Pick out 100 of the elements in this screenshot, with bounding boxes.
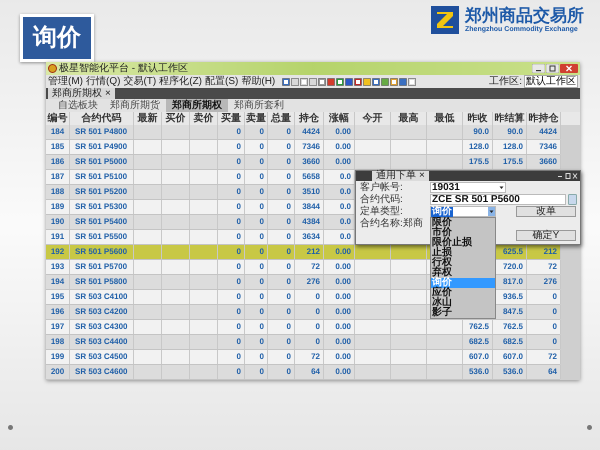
- table-cell: 4424: [539, 126, 557, 138]
- logo-icon: [431, 6, 459, 34]
- table-cell: 0: [552, 306, 557, 318]
- table-cell: 682.5: [502, 336, 523, 348]
- table-cell: 762.5: [468, 321, 489, 333]
- table-cell: 0: [236, 246, 241, 258]
- table-cell: 0: [286, 156, 291, 168]
- app-icon: [48, 64, 57, 73]
- table-cell: 0: [260, 171, 264, 183]
- menu-item[interactable]: 管理(M): [48, 76, 83, 88]
- table-cell: 0.00: [335, 306, 351, 318]
- table-cell: 0: [236, 216, 241, 228]
- table-cell: 0: [260, 126, 264, 138]
- table-cell: 0: [236, 366, 241, 378]
- table-cell: 0: [260, 306, 264, 318]
- table-cell: 0: [236, 276, 241, 288]
- table-cell: 0.0: [340, 216, 351, 228]
- table-cell: 0: [236, 291, 241, 303]
- table-row[interactable]: 186 SR 501 P5000 0 0 0 3660 0.00 175.5 175.5 3660: [46, 155, 560, 170]
- workspace-field[interactable]: 默认工作区: [524, 75, 578, 88]
- table-cell: 276: [544, 276, 557, 288]
- table-cell: 0: [260, 231, 264, 243]
- menu-item[interactable]: 程序化(Z): [159, 76, 202, 88]
- document-tab[interactable]: 郑商所期权 ×: [48, 88, 115, 99]
- table-cell: 3844: [302, 201, 320, 213]
- table-cell: 936.5: [502, 291, 523, 303]
- maximize-icon[interactable]: [546, 64, 559, 73]
- table-cell: 536.0: [468, 366, 489, 378]
- dropdown-option[interactable]: 市价: [431, 228, 495, 238]
- table-row[interactable]: 197 SR 503 C4300 0 0 0 0 0.00 762.5 762.5 0: [46, 320, 560, 335]
- select-field[interactable]: 询价: [430, 206, 496, 217]
- dropdown-option[interactable]: 应价: [431, 288, 495, 298]
- board-tab[interactable]: 自选板块: [52, 99, 104, 112]
- dropdown-option[interactable]: 行权: [431, 258, 495, 268]
- table-row[interactable]: 199 SR 503 C4500 0 0 0 72 0.00 607.0 607.0 72: [46, 350, 560, 365]
- contract-field[interactable]: ZCE SR 501 P5600: [430, 194, 566, 205]
- table-cell: 4424: [302, 126, 320, 138]
- table-cell: 200: [50, 366, 64, 378]
- table-cell: 0: [286, 306, 291, 318]
- table-cell: 185: [50, 141, 64, 153]
- table-cell: 625.5: [502, 246, 523, 258]
- table-cell: SR 501 P5000: [75, 156, 128, 168]
- dropdown-option[interactable]: 冰山: [431, 298, 495, 308]
- menu-item[interactable]: 帮助(H): [241, 76, 276, 88]
- table-cell: 607.0: [502, 351, 523, 363]
- table-cell: SR 501 P5500: [75, 231, 128, 243]
- table-row[interactable]: 185 SR 501 P4900 0 0 0 7346 0.00 128.0 128.0 7346: [46, 140, 560, 155]
- table-cell: 4384: [302, 216, 320, 228]
- table-cell: 72: [311, 261, 320, 273]
- dropdown-option[interactable]: 限价: [431, 218, 495, 228]
- menu-item[interactable]: 配置(S): [205, 76, 238, 88]
- table-cell: 193: [50, 261, 64, 273]
- menu-item[interactable]: 交易(T): [123, 76, 156, 88]
- table-cell: 0: [286, 351, 291, 363]
- table-row[interactable]: 200 SR 503 C4600 0 0 0 64 0.00 536.0 536.0 64: [46, 365, 560, 380]
- table-cell: 128.0: [468, 141, 489, 153]
- table-cell: 0: [236, 171, 241, 183]
- close-icon[interactable]: [560, 64, 578, 73]
- window-controls-icon[interactable]: [558, 173, 578, 179]
- table-cell: 0: [286, 231, 291, 243]
- board-tab[interactable]: 郑商所期货: [104, 99, 166, 112]
- table-cell: 3660: [539, 156, 557, 168]
- table-cell: SR 501 P5400: [75, 216, 128, 228]
- table-row[interactable]: 184 SR 501 P4800 0 0 0 4424 0.00 90.0 90.0 4424: [46, 125, 560, 140]
- table-cell: 197: [50, 321, 64, 333]
- table-cell: 0.00: [335, 246, 351, 258]
- dialog-button[interactable]: 确定Y: [516, 230, 576, 241]
- minimize-icon[interactable]: [532, 64, 545, 73]
- dialog-button[interactable]: 改单: [516, 206, 576, 217]
- table-cell: 0.00: [335, 336, 351, 348]
- dropdown-option[interactable]: 限价止损: [431, 238, 495, 248]
- table-cell: 212: [306, 246, 320, 258]
- table-cell: 64: [548, 366, 557, 378]
- table-row[interactable]: 198 SR 503 C4400 0 0 0 0 0.00 682.5 682.5 0: [46, 335, 560, 350]
- table-cell: 0: [236, 261, 241, 273]
- board-tab[interactable]: 郑商所套利: [228, 99, 290, 112]
- dropdown-option[interactable]: 止损: [431, 248, 495, 258]
- select-field[interactable]: 19031: [430, 182, 506, 193]
- table-cell: 0: [260, 246, 264, 258]
- table-cell: 187: [50, 171, 64, 183]
- table-cell: SR 501 P5800: [75, 276, 128, 288]
- menu-item[interactable]: 行情(Q): [86, 76, 120, 88]
- dialog-tab[interactable]: 通用下单 ×: [372, 171, 429, 181]
- table-cell: 536.0: [502, 366, 523, 378]
- table-cell: 0.0: [340, 231, 351, 243]
- table-cell: 195: [50, 291, 64, 303]
- table-cell: 0.00: [335, 156, 351, 168]
- table-cell: 0: [236, 201, 241, 213]
- board-tab[interactable]: 郑商所期权: [166, 99, 228, 112]
- table-cell: 0: [552, 321, 557, 333]
- contract-name-label: 合约名称:郑商: [360, 218, 423, 229]
- dropdown-option[interactable]: 影子: [431, 308, 495, 318]
- table-cell: 607.0: [468, 351, 489, 363]
- table-cell: 0: [286, 366, 291, 378]
- table-cell: 188: [50, 186, 64, 198]
- table-cell: 817.0: [502, 276, 523, 288]
- field-label: 客户帐号:: [360, 182, 404, 193]
- dropdown-option[interactable]: 弃权: [431, 268, 495, 278]
- table-cell: 3634: [302, 231, 320, 243]
- table-cell: 682.5: [468, 336, 489, 348]
